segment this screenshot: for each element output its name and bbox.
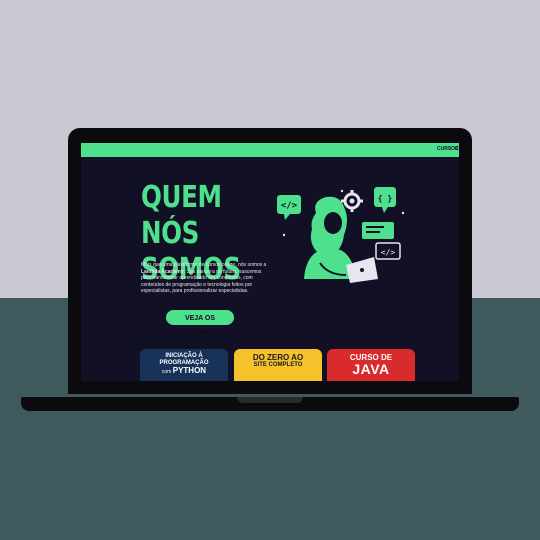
top-navbar: CURSOS C [81, 143, 459, 157]
about-paragraph: Mais que uma plataforma de cursos online… [141, 262, 271, 295]
nav-link-cut[interactable]: C [455, 146, 459, 152]
svg-text:{ }: { } [378, 194, 393, 203]
laptop-screen: CURSOS C QUEM NÓS SOMOS Mais que uma pla… [81, 143, 459, 381]
brand-name: Lambda Academy [141, 268, 184, 275]
course-card-java[interactable]: CURSO DE JAVA [327, 349, 415, 381]
code-bubble-icon: </> [277, 195, 301, 220]
course-python-line1: INICIAÇÃO À [165, 353, 203, 359]
course-card-site[interactable]: DO ZERO AO SITE COMPLETO [234, 349, 322, 381]
message-bubble-icon [362, 222, 394, 239]
course-python-line3: com PYTHON [161, 366, 207, 376]
course-site-line2: SITE COMPLETO [253, 362, 303, 368]
course-card-python[interactable]: INICIAÇÃO À PROGRAMAÇÃO com PYTHON [140, 349, 228, 381]
title-line-1: QUEM NÓS [141, 180, 222, 251]
see-plans-button[interactable]: VEJA OS PLANOS [166, 310, 234, 337]
developer-illustration: </> { } </> [277, 187, 405, 283]
course-java-title: JAVA [352, 361, 390, 377]
about-text-start: Mais que uma plataforma de cursos online… [141, 262, 267, 268]
course-site-line1: DO ZERO AO [252, 353, 304, 362]
laptop-notch [237, 397, 303, 403]
svg-text:</>: </> [381, 248, 396, 257]
svg-text:</>: </> [281, 201, 298, 211]
code-bubble-icon: </> [375, 242, 401, 260]
braces-bubble-icon: { } [374, 187, 396, 213]
